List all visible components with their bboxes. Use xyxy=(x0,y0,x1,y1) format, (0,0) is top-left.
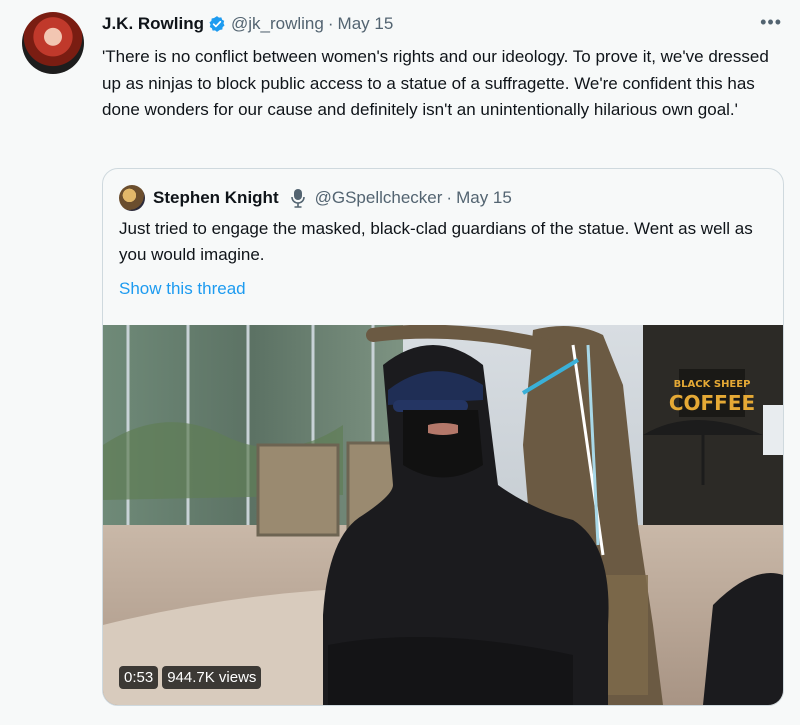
tweet[interactable]: J.K. Rowling @jk_rowling · May 15 ••• 'T… xyxy=(0,0,800,725)
tweet-header: J.K. Rowling @jk_rowling · May 15 xyxy=(102,14,393,34)
tweet-date[interactable]: May 15 xyxy=(338,14,394,34)
separator-dot: · xyxy=(446,188,453,207)
author-name[interactable]: J.K. Rowling xyxy=(102,14,204,34)
cafe-sign-line1: BLACK SHEEP xyxy=(674,379,751,390)
quoted-author-name[interactable]: Stephen Knight xyxy=(153,188,279,208)
quoted-tweet-header: Stephen Knight @GSpellchecker · May 15 xyxy=(119,185,512,211)
video-player[interactable]: BLACK SHEEP COFFEE 0:53 944.7K views xyxy=(103,325,783,705)
quoted-tweet-text: Just tried to engage the masked, black-c… xyxy=(119,219,753,264)
more-options-icon[interactable]: ••• xyxy=(760,12,782,33)
quoted-author-avatar[interactable] xyxy=(119,185,145,211)
author-avatar[interactable] xyxy=(22,12,84,74)
video-frame: BLACK SHEEP COFFEE xyxy=(103,325,783,705)
quoted-author-handle[interactable]: @GSpellchecker xyxy=(315,188,443,208)
microphone-icon xyxy=(290,189,305,208)
video-duration: 0:53 xyxy=(119,666,159,689)
video-badge: 0:53 944.7K views xyxy=(119,666,262,689)
verified-badge-icon xyxy=(209,16,225,32)
cafe-sign-line2: COFFEE xyxy=(669,391,755,415)
author-handle[interactable]: @jk_rowling xyxy=(231,14,324,34)
show-thread-link[interactable]: Show this thread xyxy=(119,279,246,299)
tweet-text: 'There is no conflict between women's ri… xyxy=(102,47,769,119)
separator-dot: · xyxy=(327,14,334,33)
quoted-tweet-date[interactable]: May 15 xyxy=(456,188,512,208)
quoted-tweet[interactable]: Stephen Knight @GSpellchecker · May 15 J… xyxy=(102,168,784,706)
video-views: 944.7K views xyxy=(162,666,262,689)
